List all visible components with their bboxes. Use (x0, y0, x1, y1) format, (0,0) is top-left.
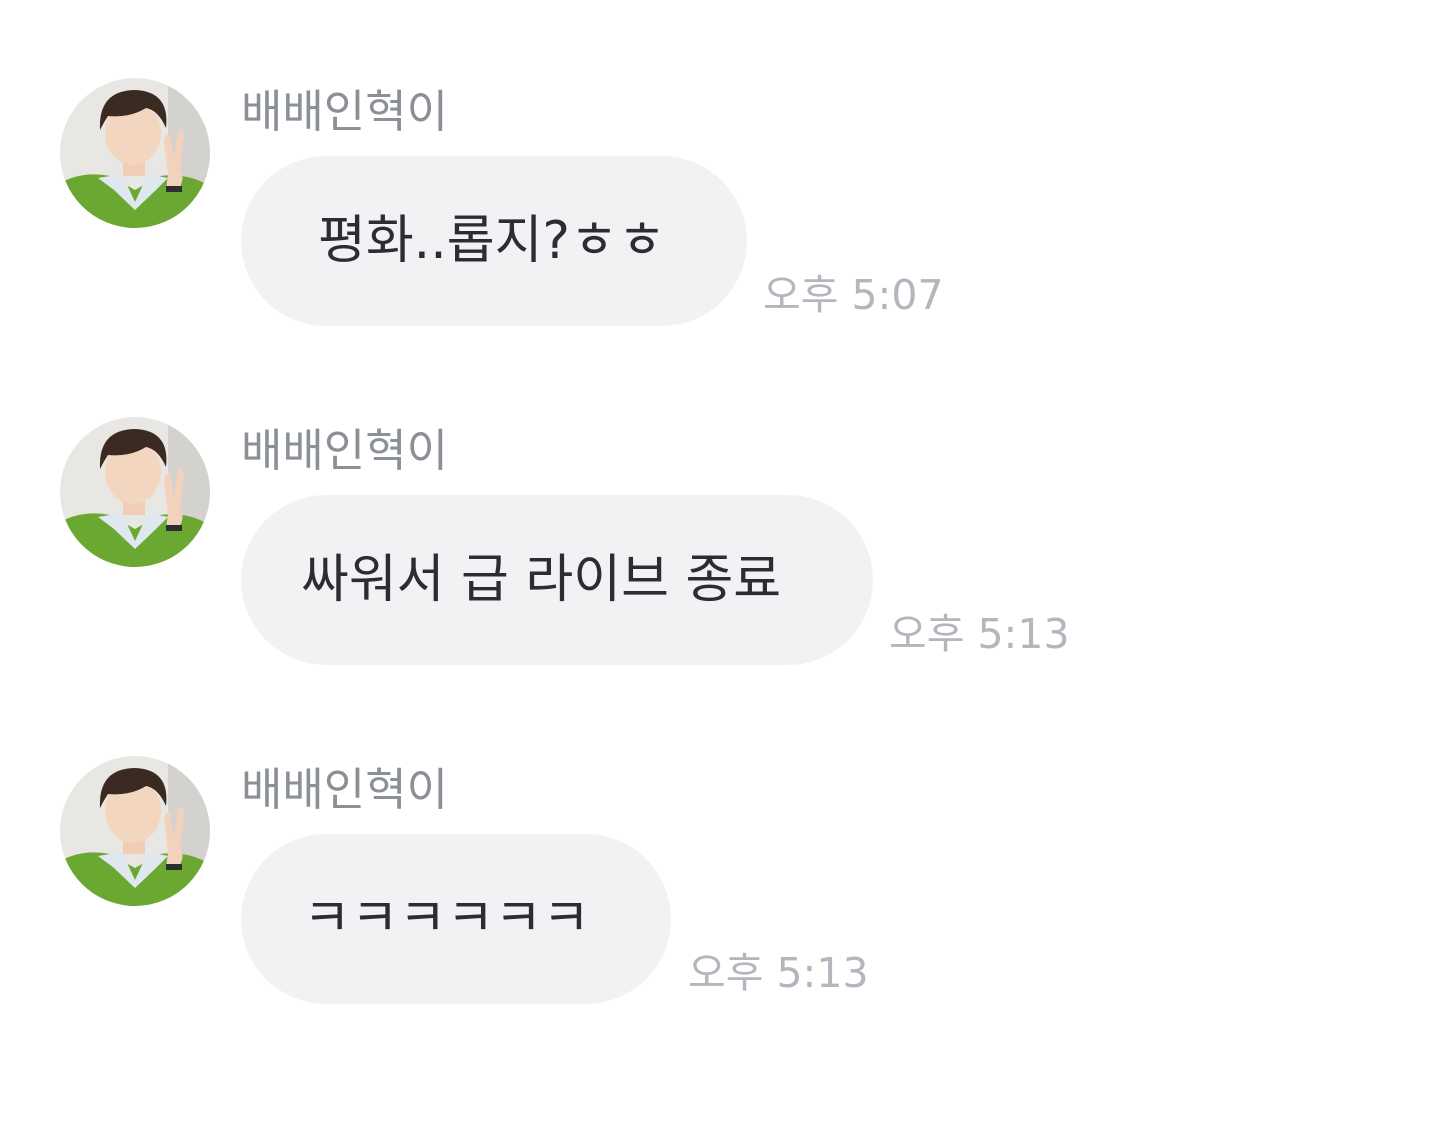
message-timestamp: 오후 5:13 (688, 949, 869, 997)
message-text: 평화..롭지?ㅎㅎ (318, 211, 666, 271)
message-bubble[interactable]: 평화..롭지?ㅎㅎ (241, 156, 747, 326)
sender-name: 배배인혁이 (241, 85, 449, 138)
sender-name: 배배인혁이 (241, 424, 449, 477)
message-row: 배배인혁이 평화..롭지?ㅎㅎ 오후 5:07 (0, 78, 1440, 338)
message-row: 배배인혁이 ㅋㅋㅋㅋㅋㅋ 오후 5:13 (0, 756, 1440, 1016)
avatar[interactable] (60, 417, 210, 567)
avatar[interactable] (60, 756, 210, 906)
message-row: 배배인혁이 싸워서 급 라이브 종료 오후 5:13 (0, 417, 1440, 677)
profile-photo (60, 78, 210, 228)
message-timestamp: 오후 5:07 (763, 271, 944, 319)
message-text: ㅋㅋㅋㅋㅋㅋ (303, 889, 591, 949)
message-text: 싸워서 급 라이브 종료 (301, 550, 782, 610)
sender-name: 배배인혁이 (241, 763, 449, 816)
message-timestamp: 오후 5:13 (889, 610, 1070, 658)
profile-photo (60, 417, 210, 567)
profile-photo (60, 756, 210, 906)
message-bubble[interactable]: ㅋㅋㅋㅋㅋㅋ (241, 834, 671, 1004)
avatar[interactable] (60, 78, 210, 228)
message-bubble[interactable]: 싸워서 급 라이브 종료 (241, 495, 873, 665)
